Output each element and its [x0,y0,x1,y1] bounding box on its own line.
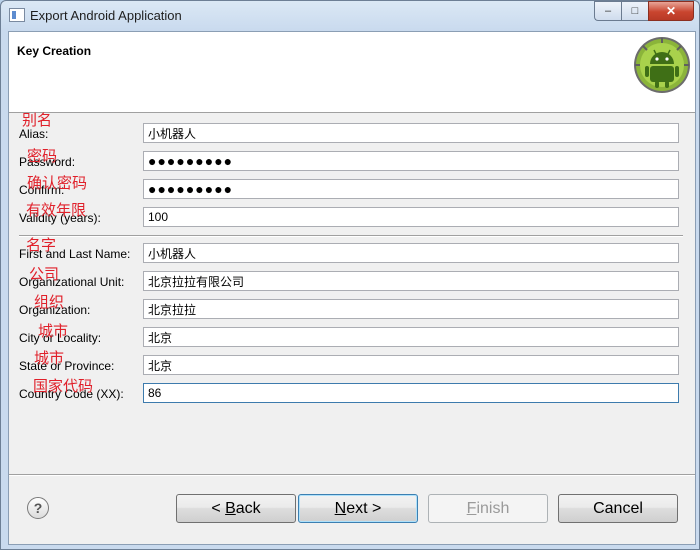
dialog-content: Key Creation Alias: 小机器人 Password: ●●●●●… [8,31,696,545]
finish-button-label: inish [476,499,510,517]
city-label: City or Locality: [19,331,102,345]
state-input[interactable] [143,355,679,375]
finish-button[interactable]: Finish [428,494,548,523]
back-button[interactable]: < Back [176,494,296,523]
footer-separator [9,474,695,476]
back-button-mnemonic: B [225,499,236,517]
confirm-password-input[interactable] [143,179,679,199]
password-label: Password: [19,155,76,169]
org-unit-label: Organizational Unit: [19,275,125,289]
organization-row: Organization: [9,299,695,321]
country-label: Country Code (XX): [19,387,124,401]
country-code-input[interactable] [143,383,679,403]
maximize-button[interactable]: □ [621,1,648,21]
window-controls: – □ ✕ [594,1,694,21]
validity-label: Validity (years): [19,211,101,225]
back-button-label: ack [235,499,261,517]
minimize-icon: – [604,5,612,17]
validity-row: Validity (years): [9,207,695,229]
finish-button-mnemonic: F [466,499,477,517]
next-button-label: ext > [346,499,382,517]
cancel-button[interactable]: Cancel [558,494,678,523]
organizational-unit-input[interactable] [143,271,679,291]
alias-input[interactable] [143,123,679,143]
city-row: City or Locality: [9,327,695,349]
page-title: Key Creation [17,44,92,58]
window-app-icon [9,8,25,22]
maximize-icon: □ [631,5,639,17]
confirm-row: Confirm: [9,179,695,201]
window-title: Export Android Application [30,8,182,23]
close-icon: ✕ [665,4,677,18]
export-dialog-window: Export Android Application – □ ✕ Key Cre… [0,0,700,550]
validity-input[interactable] [143,207,679,227]
help-icon[interactable]: ? [27,497,49,519]
organization-label: Organization: [19,303,91,317]
password-input[interactable] [143,151,679,171]
city-input[interactable] [143,327,679,347]
confirm-label: Confirm: [19,183,65,197]
state-label: State or Province: [19,359,115,373]
title-bar[interactable]: Export Android Application – □ ✕ [1,1,699,31]
name-label: First and Last Name: [19,247,131,261]
form-separator [19,235,683,237]
wizard-header: Key Creation [9,32,695,113]
state-row: State or Province: [9,355,695,377]
back-button-prefix: < [211,499,226,517]
close-button[interactable]: ✕ [648,1,694,21]
country-row: Country Code (XX): [9,383,695,405]
alias-label: Alias: [19,127,49,141]
next-button[interactable]: Next > [298,494,418,523]
name-row: First and Last Name: [9,243,695,265]
organization-input[interactable] [143,299,679,319]
password-row: Password: [9,151,695,173]
org-unit-row: Organizational Unit: [9,271,695,293]
first-last-name-input[interactable] [143,243,679,263]
android-logo-icon [634,37,690,93]
next-button-mnemonic: N [334,499,347,517]
alias-row: Alias: [9,123,695,145]
minimize-button[interactable]: – [594,1,621,21]
